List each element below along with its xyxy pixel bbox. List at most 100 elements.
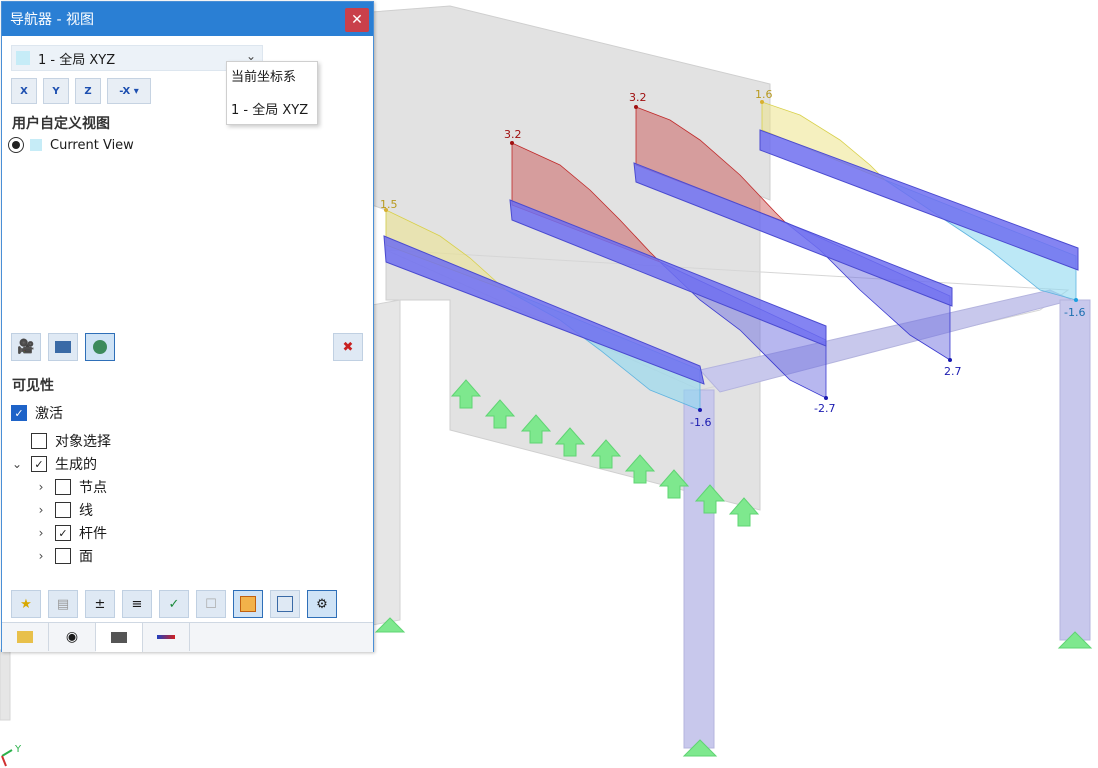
transparent-objects-icon	[277, 596, 293, 612]
edit-visibility-button[interactable]: ▤	[48, 590, 78, 618]
tab-results[interactable]	[143, 623, 190, 651]
user-views-heading: 用户自定义视图	[12, 116, 110, 132]
view-item-current[interactable]: Current View	[8, 137, 134, 153]
close-button[interactable]: ✕	[345, 8, 369, 32]
lines-checkbox[interactable]	[55, 502, 71, 518]
camera-icon	[111, 632, 127, 643]
chevron-right-icon[interactable]: ›	[35, 526, 47, 540]
navigator-panel: 导航器 - 视图 ✕ 1 - 全局 XYZ ⌄ X Y Z -X ▾ 用户自定义…	[1, 1, 374, 652]
camera-edit-icon	[55, 341, 71, 353]
chevron-right-icon[interactable]: ›	[35, 480, 47, 494]
view-y-button[interactable]: Y	[43, 78, 69, 104]
edit-view-button[interactable]	[48, 333, 78, 361]
axis-indicator: Y	[1, 744, 22, 767]
beam3-max-label: 3.2	[629, 91, 647, 104]
camera-new-icon: 🎥	[17, 339, 35, 355]
column-front	[683, 389, 715, 749]
activate-checkbox[interactable]: ✓	[11, 405, 27, 421]
folder-icon	[17, 631, 33, 643]
beam2-max-label: 3.2	[504, 128, 522, 141]
uncheck-all-icon: ☐	[205, 596, 217, 612]
check-all-icon: ✓	[168, 596, 180, 612]
surfaces-label: 面	[79, 549, 93, 565]
edit-icon: ▤	[56, 596, 70, 612]
nodes-checkbox[interactable]	[55, 479, 71, 495]
visibility-heading: 可见性	[12, 378, 54, 394]
check-all-button[interactable]: ✓	[159, 590, 189, 618]
nodes-row[interactable]: › 节点	[35, 477, 107, 497]
visibility-toolbar: ★ ▤ ± ≡ ✓ ☐ ⚙	[11, 590, 367, 618]
lines-row[interactable]: › 线	[35, 500, 93, 520]
beam1-min-label: -1.6	[690, 416, 711, 429]
view-z-icon: Z	[84, 85, 92, 97]
chevron-right-icon[interactable]: ›	[35, 503, 47, 517]
beam3-min-label: 2.7	[944, 365, 962, 378]
add-visibility-button[interactable]: ±	[85, 590, 115, 618]
view-x-button[interactable]: X	[11, 78, 37, 104]
dropdown-header: 当前坐标系	[231, 70, 297, 85]
view-label: Current View	[50, 137, 134, 153]
delete-view-button[interactable]: ✖	[333, 333, 363, 361]
result-diagram-icon	[157, 635, 175, 639]
tab-data[interactable]	[2, 623, 49, 651]
svg-text:Y: Y	[14, 744, 22, 755]
left-wall	[371, 299, 401, 626]
camera-delete-icon: ✖	[342, 339, 354, 355]
object-selection-checkbox[interactable]	[31, 433, 47, 449]
chevron-right-icon[interactable]: ›	[35, 549, 47, 563]
object-selection-label: 对象选择	[55, 434, 111, 450]
refresh-view-button[interactable]	[85, 333, 115, 361]
view-swatch	[30, 139, 42, 151]
colored-objects-icon	[240, 596, 256, 612]
members-label: 杆件	[79, 526, 107, 542]
navigator-title-bar[interactable]: 导航器 - 视图 ✕	[2, 2, 373, 36]
view-negative-x-icon: -X	[119, 85, 131, 97]
navigator-title: 导航器 - 视图	[10, 12, 94, 28]
activate-label: 激活	[35, 406, 63, 422]
filter-icon: ⚙	[316, 596, 328, 612]
beam1-max-label: 1.5	[380, 198, 398, 211]
navigator-tabs: ◉	[2, 622, 373, 652]
lines-label: 线	[79, 503, 93, 519]
generated-checkbox[interactable]: ✓	[31, 456, 47, 472]
view-toolbar: 🎥 ✖	[11, 333, 367, 361]
eye-icon: ◉	[65, 629, 79, 645]
filter-settings-button[interactable]: ⚙	[307, 590, 337, 618]
close-icon: ✕	[351, 12, 363, 28]
transparent-objects-button[interactable]	[270, 590, 300, 618]
members-checkbox[interactable]: ✓	[55, 525, 71, 541]
color-swatch	[16, 51, 30, 65]
new-view-button[interactable]: 🎥	[11, 333, 41, 361]
generated-row[interactable]: ⌄ ✓ 生成的	[11, 454, 97, 474]
uncheck-all-button[interactable]: ☐	[196, 590, 226, 618]
camera-refresh-icon	[93, 340, 107, 354]
coordinate-system-dropdown: 当前坐标系 1 - 全局 XYZ	[226, 61, 318, 125]
left-edge-column	[0, 649, 11, 721]
tab-display[interactable]: ◉	[49, 623, 96, 651]
column-right	[1059, 299, 1091, 641]
coordinate-system-value: 1 - 全局 XYZ	[38, 52, 116, 68]
object-selection-row[interactable]: 对象选择	[31, 431, 111, 451]
new-star-icon: ★	[20, 596, 32, 612]
generated-label: 生成的	[55, 457, 97, 473]
dropdown-option-global-xyz[interactable]: 1 - 全局 XYZ	[231, 99, 308, 118]
activate-row[interactable]: ✓ 激活	[11, 403, 63, 423]
nodes-label: 节点	[79, 480, 107, 496]
view-radio[interactable]	[8, 137, 24, 153]
remove-visibility-button[interactable]: ≡	[122, 590, 152, 618]
view-negative-x-dropdown[interactable]: -X ▾	[107, 78, 151, 104]
view-x-icon: X	[20, 85, 28, 97]
members-row[interactable]: › ✓ 杆件	[35, 523, 107, 543]
beam2-min-label: -2.7	[814, 402, 835, 415]
colored-objects-button[interactable]	[233, 590, 263, 618]
remove-icon: ≡	[131, 596, 143, 612]
tab-views[interactable]	[96, 623, 143, 652]
surfaces-checkbox[interactable]	[55, 548, 71, 564]
caret-down-icon: ▾	[133, 85, 139, 97]
view-y-icon: Y	[52, 85, 60, 97]
beam4-max-label: 1.6	[755, 88, 773, 101]
chevron-down-icon[interactable]: ⌄	[11, 457, 23, 471]
surfaces-row[interactable]: › 面	[35, 546, 93, 566]
new-visibility-button[interactable]: ★	[11, 590, 41, 618]
view-z-button[interactable]: Z	[75, 78, 101, 104]
